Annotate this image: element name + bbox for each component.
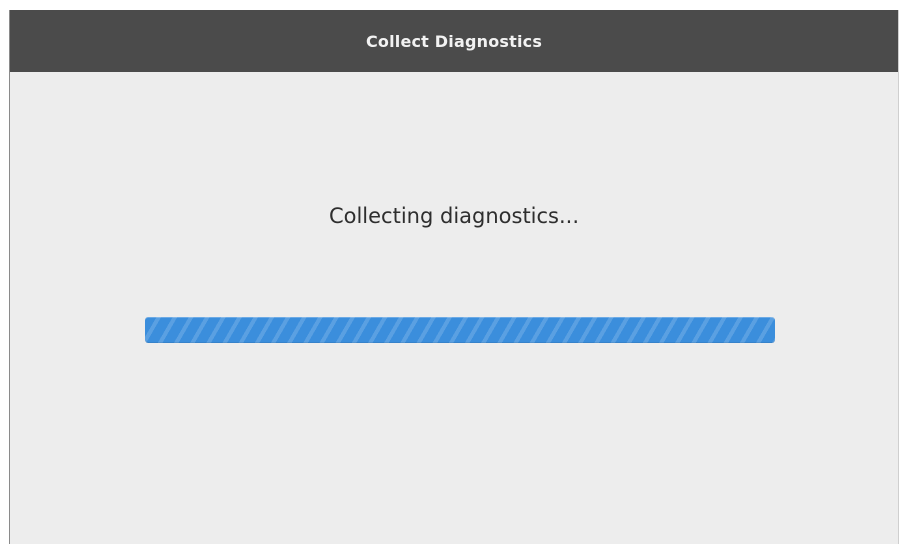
title-bar[interactable]: Collect Diagnostics [10, 10, 898, 72]
status-message: Collecting diagnostics... [328, 204, 580, 228]
main-content: Collecting diagnostics... [10, 72, 898, 544]
window-title: Collect Diagnostics [365, 31, 543, 51]
progress-bar [145, 317, 775, 343]
diagnostics-window: Collect Diagnostics Collecting diagnosti… [9, 10, 899, 544]
progress-bar-fill [145, 317, 775, 343]
